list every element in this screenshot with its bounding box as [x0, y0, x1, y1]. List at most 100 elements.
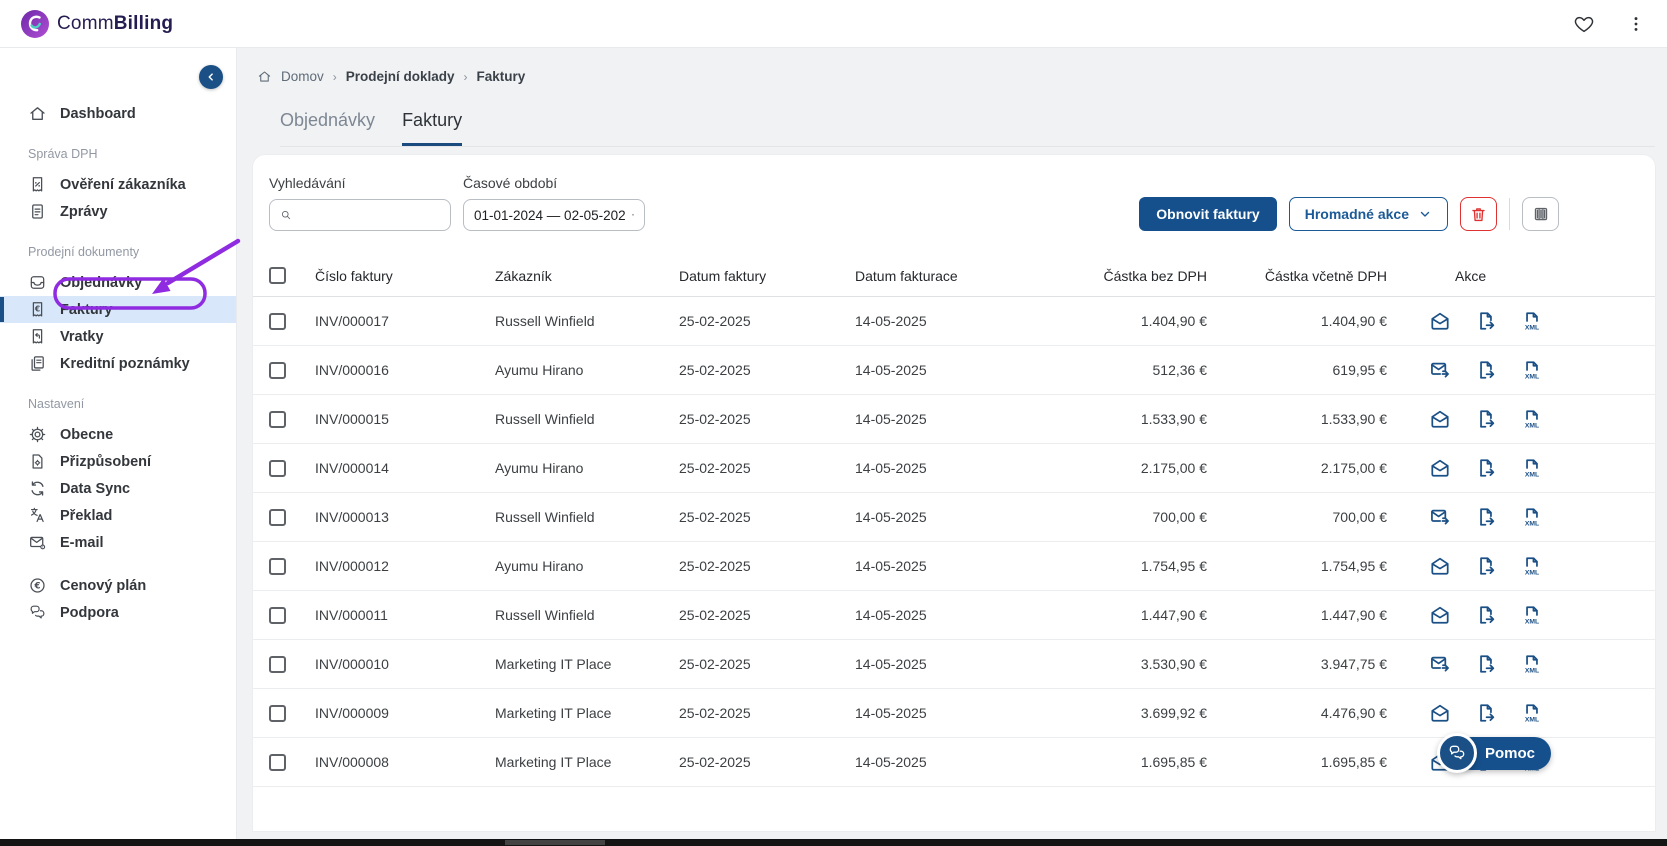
invoice-number: INV/000015 [315, 411, 495, 427]
billing-date: 14-05-2025 [855, 362, 1031, 378]
credit-note-icon [28, 354, 47, 373]
row-checkbox[interactable] [269, 705, 286, 722]
search-input[interactable] [300, 207, 440, 223]
sidebar-item-zpr-vy[interactable]: Zprávy [0, 198, 236, 225]
column-header: Číslo faktury [315, 268, 495, 284]
svg-text:XML: XML [1525, 618, 1539, 625]
invoice-number: INV/000014 [315, 460, 495, 476]
invoice-date: 25-02-2025 [679, 362, 855, 378]
row-actions: XML [1429, 653, 1655, 675]
date-range-input[interactable]: 01-01-2024 — 02-05-202 [463, 199, 645, 231]
row-checkbox[interactable] [269, 460, 286, 477]
xml-file-icon[interactable]: XML [1521, 506, 1543, 528]
sidebar-item-p-eklad[interactable]: Překlad [0, 502, 236, 529]
xml-file-icon[interactable]: XML [1521, 457, 1543, 479]
file-export-icon[interactable] [1475, 555, 1497, 577]
file-export-icon[interactable] [1475, 653, 1497, 675]
sidebar-item-faktury[interactable]: €Faktury [0, 296, 236, 323]
file-export-icon[interactable] [1475, 310, 1497, 332]
row-checkbox[interactable] [269, 558, 286, 575]
sidebar-item-e-mail[interactable]: E-mail [0, 529, 236, 556]
search-box [269, 199, 451, 231]
svg-text:XML: XML [1525, 667, 1539, 674]
date-range-value: 01-01-2024 — 02-05-202 [474, 208, 626, 223]
invoice-number: INV/000011 [315, 607, 495, 623]
file-export-icon[interactable] [1475, 506, 1497, 528]
file-export-icon[interactable] [1475, 408, 1497, 430]
xml-file-icon[interactable]: XML [1521, 653, 1543, 675]
horizontal-scrollbar-thumb[interactable] [505, 840, 605, 845]
table-row: INV/000009Marketing IT Place25-02-202514… [253, 689, 1655, 738]
sidebar-item-obecne[interactable]: Obecne [0, 421, 236, 448]
sidebar-item-data-sync[interactable]: Data Sync [0, 475, 236, 502]
sidebar-section-label: Nastavení [28, 397, 236, 411]
file-export-icon[interactable] [1475, 457, 1497, 479]
envelope-send-icon[interactable] [1429, 653, 1451, 675]
xml-file-icon[interactable]: XML [1521, 310, 1543, 332]
row-checkbox[interactable] [269, 411, 286, 428]
row-checkbox[interactable] [269, 313, 286, 330]
sidebar-item-podpora[interactable]: Podpora [0, 599, 236, 626]
horizontal-scrollbar[interactable] [0, 839, 1667, 846]
brand-logo[interactable]: CommBilling [20, 9, 173, 39]
amount-gross: 1.695,85 € [1217, 754, 1399, 770]
xml-file-icon[interactable]: XML [1521, 359, 1543, 381]
envelope-open-icon[interactable] [1429, 457, 1451, 479]
envelope-send-icon[interactable] [1429, 359, 1451, 381]
toolbar-divider [1509, 198, 1510, 230]
sidebar-item-dashboard[interactable]: Dashboard [0, 100, 236, 127]
heart-icon[interactable] [1571, 11, 1597, 37]
breadcrumb-domov[interactable]: Domov [281, 69, 324, 84]
file-export-icon[interactable] [1475, 604, 1497, 626]
translate-icon [28, 506, 47, 525]
row-actions: XML [1429, 359, 1655, 381]
row-checkbox[interactable] [269, 509, 286, 526]
kebab-menu-icon[interactable] [1623, 11, 1649, 37]
columns-icon [1532, 205, 1550, 223]
tab-objednavky[interactable]: Objednávky [280, 110, 375, 146]
envelope-open-icon[interactable] [1429, 555, 1451, 577]
invoice-date: 25-02-2025 [679, 558, 855, 574]
row-checkbox[interactable] [269, 656, 286, 673]
envelope-open-icon[interactable] [1429, 310, 1451, 332]
xml-file-icon[interactable]: XML [1521, 555, 1543, 577]
sidebar-item-label: Vratky [60, 329, 104, 345]
file-export-icon[interactable] [1475, 702, 1497, 724]
delete-button[interactable] [1460, 197, 1497, 231]
sidebar-item-label: Cenový plán [60, 578, 146, 594]
row-actions: XML [1429, 604, 1655, 626]
search-label: Vyhledávání [269, 175, 451, 191]
refresh-invoices-button[interactable]: Obnovit faktury [1139, 197, 1276, 231]
row-checkbox[interactable] [269, 607, 286, 624]
sidebar-item-ov-en-z-kazn-ka[interactable]: Ověření zákazníka [0, 171, 236, 198]
table-row: INV/000013Russell Winfield25-02-202514-0… [253, 493, 1655, 542]
bulk-actions-button[interactable]: Hromadné akce [1289, 197, 1448, 231]
xml-file-icon[interactable]: XML [1521, 604, 1543, 626]
sidebar-item-kreditn-pozn-mky[interactable]: Kreditní poznámky [0, 350, 236, 377]
row-checkbox[interactable] [269, 754, 286, 771]
envelope-open-icon[interactable] [1429, 408, 1451, 430]
envelope-open-icon[interactable] [1429, 702, 1451, 724]
help-button[interactable]: Pomoc [1437, 733, 1551, 773]
xml-file-icon[interactable]: XML [1521, 408, 1543, 430]
sidebar-collapse-button[interactable] [199, 65, 223, 89]
sidebar-item-label: Podpora [60, 605, 119, 621]
invoice-euro-icon: € [28, 300, 47, 319]
tab-faktury[interactable]: Faktury [402, 110, 462, 146]
amount-gross: 619,95 € [1217, 362, 1399, 378]
breadcrumb-prodejni-doklady[interactable]: Prodejní doklady [346, 69, 455, 84]
select-all-checkbox[interactable] [269, 267, 286, 284]
amount-net: 1.404,90 € [1031, 313, 1217, 329]
sidebar-item-objedn-vky[interactable]: Objednávky [0, 269, 236, 296]
sidebar-item-vratky[interactable]: Vratky [0, 323, 236, 350]
row-checkbox[interactable] [269, 362, 286, 379]
billing-date: 14-05-2025 [855, 607, 1031, 623]
sidebar-item-p-izp-soben-[interactable]: Přizpůsobení [0, 448, 236, 475]
amount-gross: 1.533,90 € [1217, 411, 1399, 427]
envelope-send-icon[interactable] [1429, 506, 1451, 528]
columns-button[interactable] [1522, 197, 1559, 231]
sidebar-item-cenov-pl-n[interactable]: €Cenový plán [0, 572, 236, 599]
envelope-open-icon[interactable] [1429, 604, 1451, 626]
xml-file-icon[interactable]: XML [1521, 702, 1543, 724]
file-export-icon[interactable] [1475, 359, 1497, 381]
